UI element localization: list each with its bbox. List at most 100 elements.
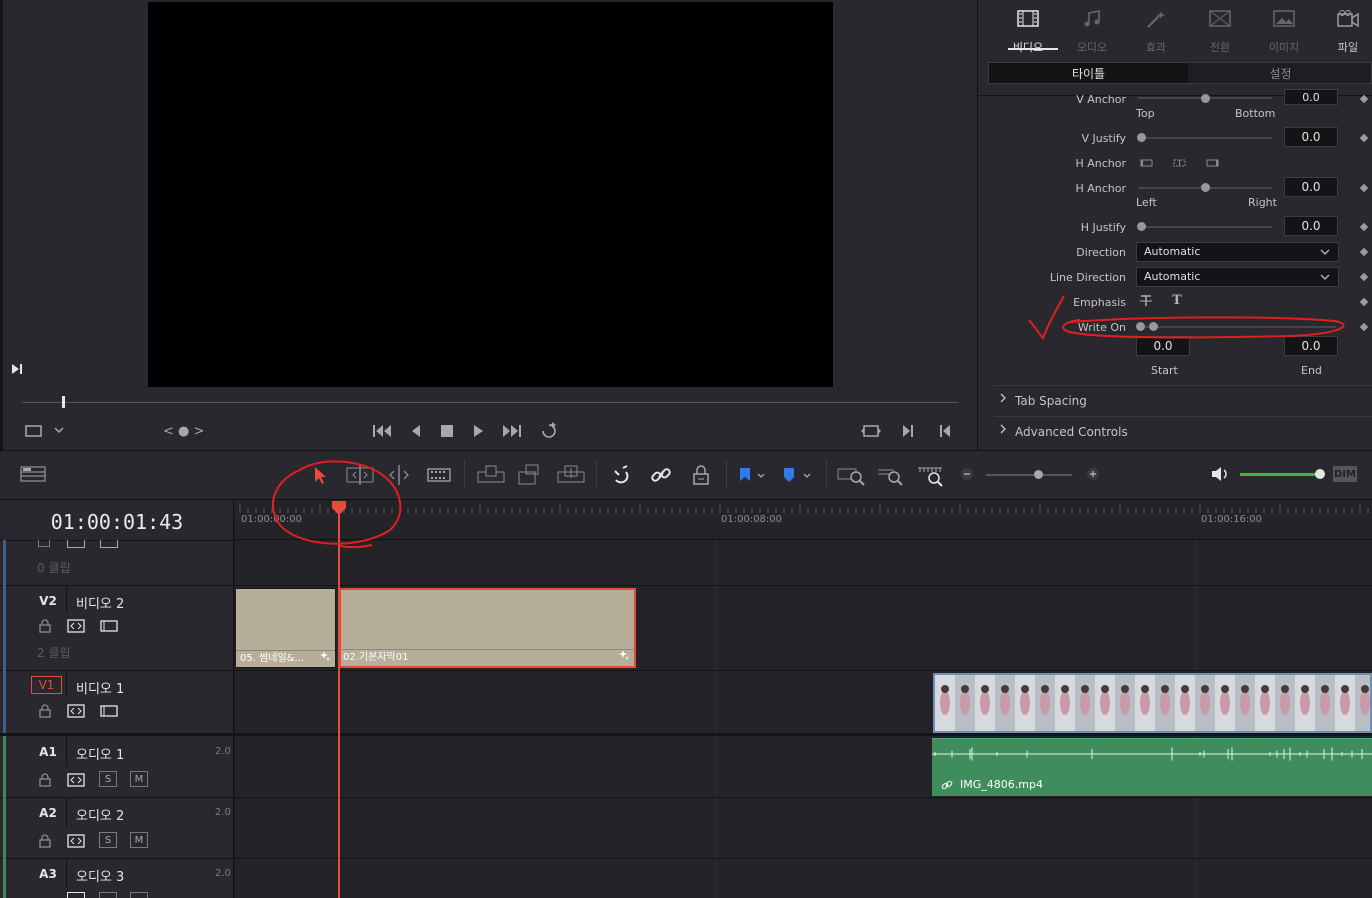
h-justify-value[interactable]: 0.0 bbox=[1284, 216, 1338, 236]
title-clip[interactable]: 05. 썸네일&... bbox=[235, 588, 336, 668]
lock-icon[interactable] bbox=[39, 619, 51, 636]
lock-icon[interactable] bbox=[38, 540, 50, 547]
track-toggle-icon[interactable] bbox=[100, 540, 118, 548]
position-lock-icon[interactable] bbox=[688, 462, 714, 488]
video-clip[interactable] bbox=[933, 673, 1372, 733]
video-preview[interactable] bbox=[148, 2, 833, 387]
trim-tool-icon[interactable] bbox=[345, 462, 375, 488]
stop-icon[interactable] bbox=[440, 424, 454, 441]
track-toggle-icon[interactable] bbox=[100, 619, 118, 636]
v-anchor-value[interactable]: 0.0 bbox=[1284, 89, 1338, 105]
direction-dropdown[interactable]: Automatic bbox=[1136, 242, 1339, 262]
next-edit-icon[interactable] bbox=[901, 424, 915, 441]
audio-clip[interactable]: IMG_4806.mp4 bbox=[932, 738, 1372, 796]
auto-track-icon[interactable] bbox=[67, 892, 85, 898]
track-name[interactable]: 오디오 1 bbox=[76, 744, 124, 763]
track-name[interactable]: 오디오 2 bbox=[76, 805, 124, 824]
speaker-icon[interactable] bbox=[1210, 465, 1230, 486]
match-frame-icon[interactable] bbox=[861, 423, 881, 442]
lock-icon[interactable] bbox=[39, 834, 51, 851]
auto-track-icon[interactable] bbox=[67, 540, 85, 548]
playhead-line[interactable] bbox=[338, 508, 340, 898]
viewer-nav-dots[interactable]: < ● > bbox=[163, 424, 204, 439]
track-name[interactable]: 오디오 3 bbox=[76, 866, 124, 885]
align-center-icon[interactable] bbox=[1173, 157, 1187, 171]
tab-image[interactable]: 이미지 bbox=[1254, 8, 1314, 54]
insert-clip-icon[interactable] bbox=[476, 462, 506, 488]
reverse-icon[interactable] bbox=[409, 423, 423, 442]
h-justify-slider-handle[interactable] bbox=[1137, 222, 1146, 231]
v-justify-slider-handle[interactable] bbox=[1137, 133, 1146, 142]
dynamic-trim-icon[interactable] bbox=[386, 462, 412, 488]
track-name[interactable]: 비디오 2 bbox=[76, 593, 124, 612]
marker-icon[interactable] bbox=[780, 462, 811, 488]
write-on-range-slider[interactable] bbox=[1138, 326, 1336, 328]
master-volume-handle[interactable] bbox=[1315, 469, 1325, 479]
write-on-end-handle[interactable] bbox=[1149, 322, 1158, 331]
play-icon[interactable] bbox=[471, 423, 485, 442]
viewer-scrub-handle[interactable] bbox=[62, 396, 65, 408]
playhead-handle[interactable] bbox=[331, 500, 347, 519]
tab-effects[interactable]: 효과 bbox=[1126, 8, 1186, 54]
viewer-size-icon[interactable] bbox=[25, 424, 43, 441]
blade-tool-icon[interactable] bbox=[426, 462, 452, 488]
lock-icon[interactable] bbox=[39, 704, 51, 721]
loop-icon[interactable] bbox=[539, 422, 561, 443]
overwrite-clip-icon[interactable] bbox=[516, 462, 542, 488]
play-to-end-icon[interactable] bbox=[10, 362, 24, 379]
auto-track-icon[interactable] bbox=[67, 834, 85, 851]
v-justify-value[interactable]: 0.0 bbox=[1284, 127, 1338, 147]
zoom-out-icon[interactable] bbox=[960, 467, 974, 484]
write-on-end-value[interactable]: 0.0 bbox=[1284, 336, 1338, 356]
track-id[interactable]: V1 bbox=[31, 676, 62, 694]
h-justify-slider[interactable] bbox=[1138, 226, 1272, 228]
tab-file[interactable]: 파일 bbox=[1318, 8, 1372, 54]
linked-selection-icon[interactable] bbox=[648, 462, 674, 488]
align-left-icon[interactable] bbox=[1140, 157, 1154, 171]
zoom-slider-handle[interactable] bbox=[1034, 470, 1043, 479]
solo-button[interactable] bbox=[99, 892, 117, 898]
lock-icon[interactable] bbox=[39, 773, 51, 790]
align-right-icon[interactable] bbox=[1206, 157, 1220, 171]
timeline-timecode[interactable]: 01:00:01:43 bbox=[0, 505, 234, 539]
write-on-start-value[interactable]: 0.0 bbox=[1136, 336, 1190, 356]
strikethrough-icon[interactable] bbox=[1139, 294, 1153, 311]
snapping-icon[interactable] bbox=[608, 462, 634, 488]
prev-edit-icon[interactable] bbox=[938, 424, 952, 441]
subtab-settings[interactable]: 설정 bbox=[1189, 63, 1372, 83]
write-on-start-handle[interactable] bbox=[1136, 322, 1145, 331]
jump-to-start-icon[interactable] bbox=[372, 423, 394, 442]
line-direction-dropdown[interactable]: Automatic bbox=[1136, 267, 1339, 287]
h-anchor-value[interactable]: 0.0 bbox=[1284, 177, 1338, 197]
auto-track-icon[interactable] bbox=[67, 619, 85, 636]
mute-button[interactable] bbox=[130, 892, 148, 898]
auto-track-icon[interactable] bbox=[67, 773, 85, 790]
auto-track-icon[interactable] bbox=[67, 704, 85, 721]
flag-icon[interactable] bbox=[736, 462, 765, 488]
mute-button[interactable]: M bbox=[130, 832, 148, 848]
subtab-title[interactable]: 타이틀 bbox=[989, 63, 1188, 83]
zoom-full-icon[interactable] bbox=[836, 462, 866, 488]
text-style-icon[interactable]: T bbox=[1172, 293, 1182, 308]
v-anchor-slider-handle[interactable] bbox=[1201, 94, 1210, 103]
timeline-view-options-icon[interactable] bbox=[20, 466, 46, 485]
tab-audio[interactable]: 오디오 bbox=[1062, 8, 1122, 54]
v-justify-slider[interactable] bbox=[1138, 137, 1272, 139]
dim-button[interactable]: DIM bbox=[1333, 466, 1357, 482]
jump-to-end-icon[interactable] bbox=[500, 423, 522, 442]
section-tab-spacing[interactable]: Tab Spacing bbox=[994, 385, 1372, 415]
solo-button[interactable]: S bbox=[99, 832, 117, 848]
zoom-slider[interactable] bbox=[986, 474, 1072, 476]
track-toggle-icon[interactable] bbox=[100, 704, 118, 721]
tab-transition[interactable]: 전환 bbox=[1190, 8, 1250, 54]
title-clip-selected[interactable]: 02.기본자막01 bbox=[339, 588, 636, 668]
mute-button[interactable]: M bbox=[130, 771, 148, 787]
replace-clip-icon[interactable] bbox=[556, 462, 586, 488]
viewer-scrubber[interactable] bbox=[22, 402, 958, 403]
zoom-in-icon[interactable] bbox=[1086, 467, 1100, 484]
section-advanced-controls[interactable]: Advanced Controls bbox=[994, 416, 1372, 446]
zoom-custom-icon[interactable] bbox=[916, 462, 946, 488]
zoom-detail-icon[interactable] bbox=[876, 462, 906, 488]
master-volume-slider[interactable] bbox=[1240, 473, 1320, 476]
tab-video[interactable]: 비디오 bbox=[998, 8, 1058, 54]
